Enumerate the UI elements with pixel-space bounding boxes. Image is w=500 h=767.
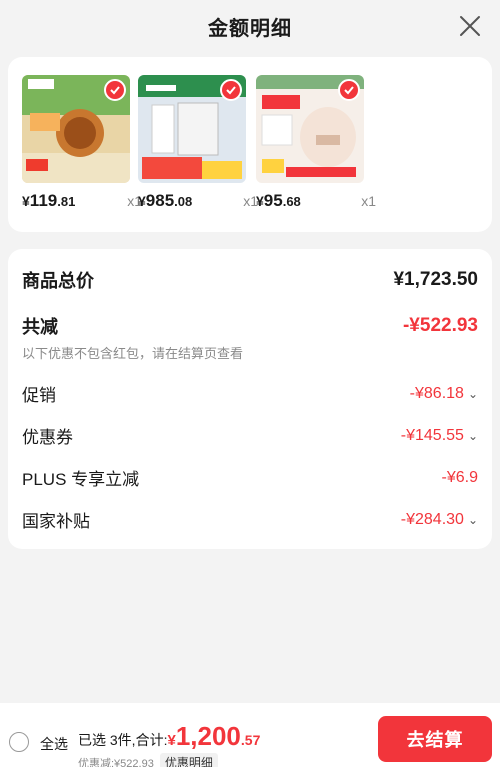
product-item[interactable]: ¥985.08 x1 — [138, 75, 258, 210]
total-label: 商品总价 — [22, 271, 94, 291]
select-all-label[interactable]: 全选 — [40, 734, 68, 754]
product-image — [256, 75, 364, 183]
discount-row: 共减 -¥522.93 — [22, 313, 478, 339]
checkout-bar: 全选 已选 3件,合计: ¥1,200.57 优惠减:¥522.93 优惠明细 … — [0, 703, 500, 767]
product-price: ¥985.08 — [138, 191, 193, 210]
discount-detail-button[interactable]: 优惠明细 — [159, 753, 218, 767]
coupon-value: -¥145.55 ⌄ — [400, 426, 478, 444]
coupon-row[interactable]: 优惠券 -¥145.55 ⌄ — [22, 423, 478, 448]
total-price: ¥1,200.57 — [167, 721, 261, 751]
product-image — [138, 75, 246, 183]
plus-row: PLUS 专享立减 -¥6.9 — [22, 465, 478, 490]
total-row: 商品总价 ¥1,723.50 — [22, 267, 478, 293]
plus-label: PLUS 专享立减 — [22, 470, 140, 489]
checked-icon — [338, 79, 360, 101]
product-quantity: x1 — [361, 193, 376, 209]
select-all-radio[interactable] — [9, 732, 29, 752]
chevron-down-icon: ⌄ — [467, 386, 478, 401]
total-value: ¥1,723.50 — [393, 269, 478, 290]
page-title: 金额明细 — [208, 17, 292, 40]
plus-value: -¥6.9 — [441, 468, 478, 486]
product-item[interactable]: ¥95.68 x1 — [256, 75, 376, 210]
subsidy-label: 国家补贴 — [22, 512, 90, 531]
discount-note: 以下优惠不包含红包，请在结算页查看 — [22, 346, 244, 361]
chevron-down-icon: ⌄ — [467, 428, 478, 443]
promo-label: 促销 — [22, 386, 56, 405]
coupon-label: 优惠券 — [22, 428, 73, 447]
checkout-button[interactable]: 去结算 — [378, 716, 492, 762]
product-price: ¥95.68 — [256, 191, 301, 210]
discount-value: -¥522.93 — [402, 315, 478, 336]
chevron-down-icon: ⌄ — [467, 512, 478, 527]
subsidy-row[interactable]: 国家补贴 -¥284.30 ⌄ — [22, 507, 478, 532]
checked-icon — [220, 79, 242, 101]
discount-summary: 优惠减:¥522.93 优惠明细 — [78, 753, 218, 767]
product-list: ¥119.81 x1 ¥985.08 x1 ¥95.68 x1 — [8, 57, 492, 232]
selection-summary: 已选 3件,合计: ¥1,200.57 — [78, 721, 261, 751]
product-item[interactable]: ¥119.81 x1 — [22, 75, 142, 210]
close-icon — [460, 16, 480, 36]
sheet-header: 金额明细 — [0, 0, 500, 52]
product-price: ¥119.81 — [22, 191, 76, 210]
promo-row[interactable]: 促销 -¥86.18 ⌄ — [22, 381, 478, 406]
subsidy-value: -¥284.30 ⌄ — [400, 510, 478, 528]
promo-value: -¥86.18 ⌄ — [409, 384, 478, 402]
checked-icon — [104, 79, 126, 101]
price-detail: 商品总价 ¥1,723.50 共减 -¥522.93 以下优惠不包含红包，请在结… — [8, 249, 492, 549]
close-button[interactable] — [456, 12, 484, 40]
product-image — [22, 75, 130, 183]
discount-label: 共减 — [22, 317, 58, 337]
